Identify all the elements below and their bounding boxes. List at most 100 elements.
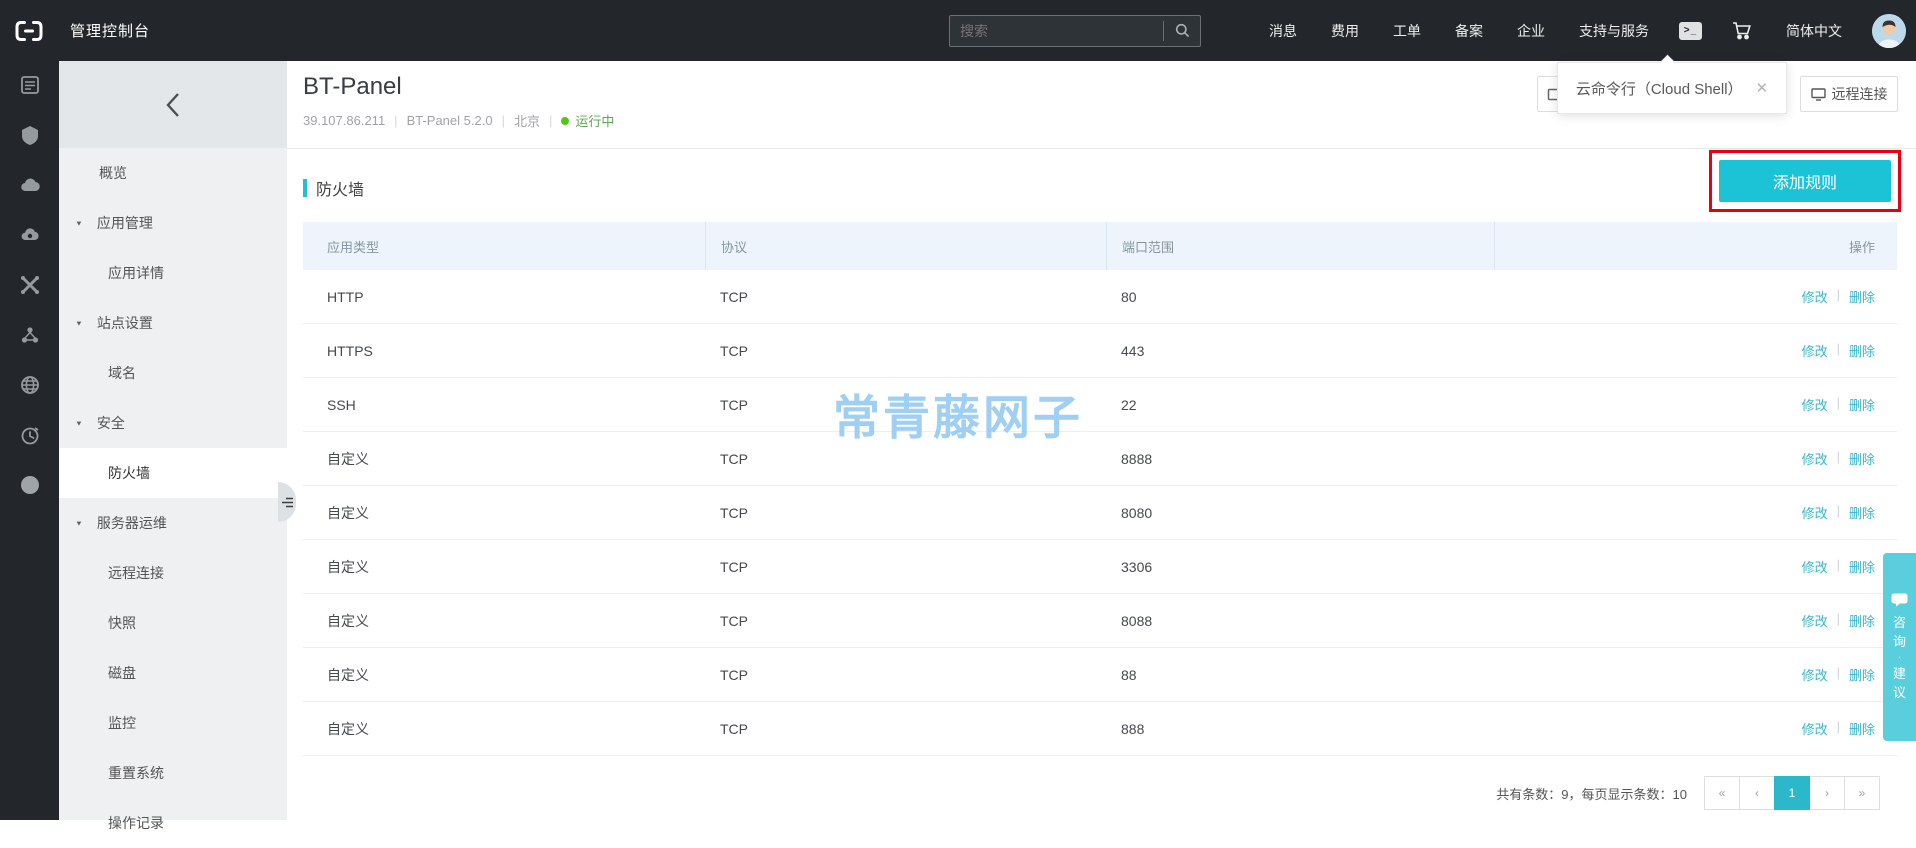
nav-item-billing[interactable]: 费用 (1331, 21, 1359, 41)
edit-rule-link[interactable]: 修改 (1802, 287, 1828, 306)
sidebar-item-snapshot[interactable]: 快照 (59, 598, 287, 648)
sidebar-item-firewall[interactable]: 防火墙 (59, 448, 287, 498)
sidebar-item-label: 监控 (108, 715, 136, 731)
search-input[interactable] (950, 22, 1163, 39)
page-first-button[interactable]: « (1704, 776, 1740, 810)
delete-rule-link[interactable]: 删除 (1849, 665, 1875, 684)
cell-port-range: 888 (1121, 720, 1145, 737)
nav-item-enterprise[interactable]: 企业 (1517, 21, 1545, 41)
table-row: SSH TCP 22 修改 | 删除 (303, 378, 1897, 432)
sidebar-item-reset[interactable]: 重置系统 (59, 748, 287, 798)
nav-item-support[interactable]: 支持与服务 (1579, 21, 1649, 41)
edit-rule-link[interactable]: 修改 (1802, 611, 1828, 630)
user-avatar[interactable] (1872, 13, 1906, 48)
table-row: 自定义 TCP 8080 修改 | 删除 (303, 486, 1897, 540)
cell-actions: 修改 | 删除 (1494, 719, 1897, 738)
cloudshell-terminal-icon[interactable]: >_ (1679, 21, 1702, 40)
globe-icon[interactable] (19, 374, 41, 396)
schedule-icon[interactable] (19, 424, 41, 446)
sidebar-item-label: 快照 (108, 615, 136, 631)
language-switch[interactable]: 简体中文 (1786, 21, 1842, 41)
chevron-left-icon (166, 92, 179, 117)
sidebar-item-op-log[interactable]: 操作记录 (59, 798, 287, 848)
scale-icon[interactable] (19, 274, 41, 296)
add-rule-button[interactable]: 添加规则 (1719, 160, 1891, 202)
sidebar-item-label: 域名 (108, 365, 136, 381)
firewall-table: 应用类型 协议 端口范围 操作 HTTP TCP 80 修改 | 删除 HTTPS TCP 44… (303, 222, 1897, 756)
delete-rule-link[interactable]: 删除 (1849, 395, 1875, 414)
cell-port-range: 8080 (1121, 504, 1153, 521)
cell-app-type: SSH (327, 396, 356, 413)
sidebar-item-security[interactable]: ▼ 安全 (59, 398, 287, 448)
search-icon[interactable] (1164, 23, 1200, 38)
page-prev-button[interactable]: ‹ (1739, 776, 1775, 810)
sidebar-item-server-ops[interactable]: ▼ 服务器运维 (59, 498, 287, 548)
consult-label-char: 询 (1892, 634, 1906, 649)
cell-port-range: 443 (1121, 342, 1145, 359)
feedback-side-tab[interactable]: 咨 询 · 建 议 (1883, 553, 1916, 741)
cloud-shell-tooltip: 云命令行（Cloud Shell） ✕ (1557, 62, 1787, 114)
sidebar-item-site-settings[interactable]: ▼ 站点设置 (59, 298, 287, 348)
dot-icon[interactable] (19, 474, 41, 496)
cell-port-range: 22 (1121, 396, 1137, 413)
action-separator: | (1836, 395, 1840, 410)
edit-rule-link[interactable]: 修改 (1802, 557, 1828, 576)
cell-protocol: TCP (720, 666, 748, 683)
tooltip-close-icon[interactable]: ✕ (1756, 79, 1769, 97)
cloud-icon[interactable] (19, 174, 41, 196)
disk-icon[interactable] (19, 224, 41, 246)
page-number-button[interactable]: 1 (1774, 776, 1810, 810)
cell-port-range: 88 (1121, 666, 1137, 683)
sidebar-item-label: 安全 (96, 415, 125, 431)
sidebar-collapse-button[interactable] (59, 61, 287, 148)
delete-rule-link[interactable]: 删除 (1849, 287, 1875, 306)
cell-actions: 修改 | 删除 (1494, 503, 1897, 522)
sidebar-item-overview[interactable]: 概览 (59, 148, 287, 198)
sidebar-item-monitor[interactable]: 监控 (59, 698, 287, 748)
delete-rule-link[interactable]: 删除 (1849, 449, 1875, 468)
page-next-button[interactable]: › (1809, 776, 1845, 810)
column-protocol: 协议 (705, 222, 1106, 270)
security-icon[interactable] (19, 124, 41, 146)
sidebar: 概览 ▼ 应用管理 应用详情 ▼ 站点设置 域名 ▼ 安全 防火墙 ▼ 服务器运维 远程连接 快照 磁盘 监控… (59, 61, 287, 831)
table-row: 自定义 TCP 88 修改 | 删除 (303, 648, 1897, 702)
pagination-summary: 共有条数：9，每页显示条数：10 (1496, 786, 1687, 802)
delete-rule-link[interactable]: 删除 (1849, 503, 1875, 522)
nav-item-messages[interactable]: 消息 (1269, 21, 1297, 41)
sidebar-item-app-detail[interactable]: 应用详情 (59, 248, 287, 298)
edit-rule-link[interactable]: 修改 (1802, 449, 1828, 468)
cart-icon[interactable] (1732, 21, 1752, 40)
sidebar-item-disk[interactable]: 磁盘 (59, 648, 287, 698)
cell-protocol: TCP (720, 288, 748, 305)
triangle-down-icon: ▼ (75, 319, 83, 327)
sidebar-item-label: 防火墙 (108, 465, 150, 481)
remote-monitor-icon (1810, 87, 1826, 101)
page-last-button[interactable]: » (1844, 776, 1880, 810)
sidebar-item-domain[interactable]: 域名 (59, 348, 287, 398)
sidebar-item-label: 应用详情 (108, 265, 164, 281)
remote-connect-button[interactable]: 远程连接 (1800, 76, 1898, 112)
delete-rule-link[interactable]: 删除 (1849, 341, 1875, 360)
sidebar-item-app-manage[interactable]: ▼ 应用管理 (59, 198, 287, 248)
nav-item-tickets[interactable]: 工单 (1393, 21, 1421, 41)
server-icon[interactable] (19, 74, 41, 96)
edit-rule-link[interactable]: 修改 (1802, 395, 1828, 414)
delete-rule-link[interactable]: 删除 (1849, 557, 1875, 576)
sidebar-item-label: 远程连接 (108, 565, 164, 581)
action-separator: | (1836, 341, 1840, 356)
network-icon[interactable] (19, 324, 41, 346)
table-row: HTTPS TCP 443 修改 | 删除 (303, 324, 1897, 378)
edit-rule-link[interactable]: 修改 (1802, 341, 1828, 360)
nav-item-icp[interactable]: 备案 (1455, 21, 1483, 41)
sidebar-item-label: 重置系统 (108, 765, 164, 781)
delete-rule-link[interactable]: 删除 (1849, 611, 1875, 630)
edit-rule-link[interactable]: 修改 (1802, 665, 1828, 684)
sidebar-item-remote[interactable]: 远程连接 (59, 548, 287, 598)
sidebar-item-label: 操作记录 (108, 815, 164, 831)
delete-rule-link[interactable]: 删除 (1849, 719, 1875, 738)
table-row: 自定义 TCP 3306 修改 | 删除 (303, 540, 1897, 594)
alibaba-cloud-logo-icon[interactable] (14, 19, 44, 43)
edit-rule-link[interactable]: 修改 (1802, 503, 1828, 522)
pagination: 共有条数：9，每页显示条数：10 «‹ 1 ›» (1496, 776, 1880, 810)
edit-rule-link[interactable]: 修改 (1802, 719, 1828, 738)
